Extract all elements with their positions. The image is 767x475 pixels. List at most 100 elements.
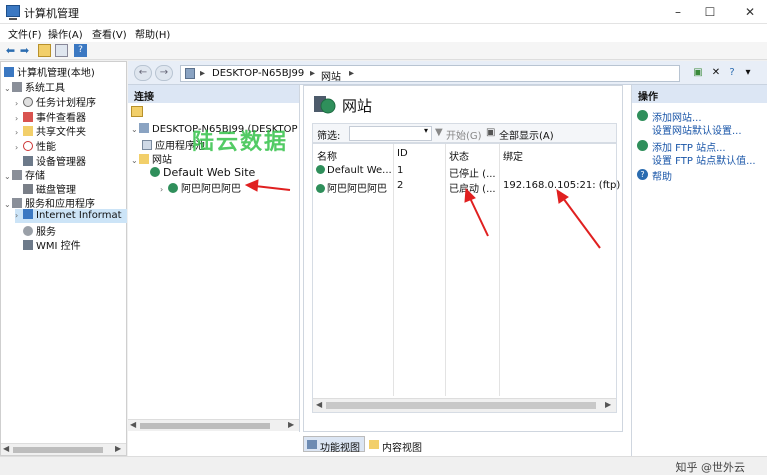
column-header-status[interactable]: 状态 [449, 148, 469, 163]
performance-icon [23, 141, 33, 151]
back-icon[interactable]: ⬅ [4, 44, 17, 57]
connections-horizontal-scrollbar[interactable]: ◀ ▶ [128, 419, 299, 431]
conn-sites[interactable]: ⌄ 网站 [131, 151, 172, 166]
sites-feature-pane: 网站 筛选: ▾ ▼ 开始(G) ▣ 全部显示(A) 名称 ID 状态 绑定 D… [303, 85, 623, 432]
scroll-left-icon[interactable]: ◀ [316, 400, 322, 409]
chevron-down-icon[interactable]: ⌄ [4, 84, 12, 93]
sites-table: 名称 ID 状态 绑定 Default We... 1 已停止 (... 阿巴阿… [312, 143, 620, 413]
device-manager-icon [23, 156, 33, 166]
scroll-thumb[interactable] [326, 402, 596, 409]
breadcrumb-server[interactable]: DESKTOP-N65BJ99 [212, 68, 304, 79]
page-title: 网站 [342, 97, 373, 115]
table-horizontal-scrollbar[interactable]: ◀ ▶ [313, 398, 616, 412]
tree-item-event-viewer[interactable]: › 事件查看器 [15, 109, 86, 124]
show-all-icon: ▣ [486, 127, 496, 138]
start-filter-button[interactable]: 开始(G) [446, 127, 482, 142]
menu-view[interactable]: 查看(V) [92, 26, 127, 41]
computer-management-icon [6, 5, 20, 20]
tree-item-iis[interactable]: › Internet Informat [15, 209, 127, 223]
minimize-button[interactable]: – [666, 2, 690, 22]
forward-icon[interactable]: ➡ [18, 44, 31, 57]
tab-features-view[interactable]: 功能视图 [303, 436, 365, 454]
chevron-right-icon[interactable]: › [15, 211, 23, 220]
nav-forward-button[interactable]: → [155, 65, 173, 81]
gear-icon [23, 226, 33, 236]
close-button[interactable]: ✕ [738, 2, 762, 22]
tree-item-task-scheduler[interactable]: › 任务计划程序 [15, 94, 96, 109]
breadcrumb[interactable]: ▸ DESKTOP-N65BJ99 ▸ 网站 ▸ [180, 65, 680, 83]
chevron-right-icon[interactable]: › [15, 143, 23, 152]
show-all-button[interactable]: 全部显示(A) [499, 127, 554, 142]
tree-item-wmi[interactable]: WMI 控件 [23, 237, 81, 252]
scroll-thumb[interactable] [140, 423, 270, 429]
scroll-right-icon[interactable]: ▶ [288, 420, 294, 429]
up-folder-icon[interactable] [38, 44, 51, 57]
chevron-right-icon[interactable]: › [15, 99, 23, 108]
column-header-id[interactable]: ID [397, 148, 408, 159]
stop-icon[interactable]: ✕ [709, 66, 723, 79]
menu-bar: 文件(F) 操作(A) 查看(V) 帮助(H) [0, 24, 767, 42]
tree-item-performance[interactable]: › 性能 [15, 138, 56, 153]
corner-watermark: 知乎 @世外云 [675, 461, 746, 474]
tree-item-shared-folders[interactable]: › 共享文件夹 [15, 123, 86, 138]
chevron-down-icon[interactable]: ⌄ [4, 172, 12, 181]
new-connection-icon[interactable] [131, 106, 143, 117]
help-icon[interactable]: ? [725, 66, 739, 79]
green-watermark: 陆云数据 [192, 130, 289, 155]
tree-item-services-apps[interactable]: ⌄ 服务和应用程序 [4, 195, 95, 210]
scroll-right-icon[interactable]: ▶ [115, 444, 121, 453]
help-icon[interactable]: ? [74, 44, 87, 57]
menu-action[interactable]: 操作(A) [48, 26, 83, 41]
tree-item-services[interactable]: 服务 [23, 223, 56, 238]
address-bar: ← → ▸ DESKTOP-N65BJ99 ▸ 网站 ▸ ▣ ✕ ? ▾ [128, 61, 767, 85]
scroll-right-icon[interactable]: ▶ [605, 400, 611, 409]
tree-item-device-manager[interactable]: 设备管理器 [23, 153, 86, 168]
chevron-down-icon[interactable]: ⌄ [4, 200, 12, 209]
ftp-defaults-link[interactable]: 设置 FTP 站点默认值... [652, 152, 756, 167]
chevron-down-icon[interactable]: ⌄ [131, 156, 139, 165]
chevron-right-icon[interactable]: › [15, 114, 23, 123]
storage-icon [12, 170, 22, 180]
filter-input[interactable] [349, 126, 432, 141]
site-defaults-link[interactable]: 设置网站默认设置... [652, 122, 742, 137]
menu-file[interactable]: 文件(F) [8, 26, 42, 41]
help-link[interactable]: 帮助 [652, 168, 672, 183]
actions-pane: 操作 添加网站... 设置网站默认设置... 添加 FTP 站点... 设置 F… [631, 85, 767, 456]
table-row[interactable]: Default We... [316, 165, 392, 176]
column-header-binding[interactable]: 绑定 [503, 148, 523, 163]
chevron-right-icon[interactable]: › [160, 185, 168, 194]
disk-icon [23, 184, 33, 194]
column-header-name[interactable]: 名称 [317, 148, 337, 163]
conn-site-ababa[interactable]: › 阿巴阿巴阿巴 [160, 180, 241, 195]
scroll-left-icon[interactable]: ◀ [130, 420, 136, 429]
globe-icon [316, 184, 325, 193]
breadcrumb-sites[interactable]: 网站 [321, 68, 341, 83]
tree-horizontal-scrollbar[interactable]: ◀ ▶ [1, 443, 126, 455]
console-tree: 计算机管理(本地) ⌄ 系统工具 › 任务计划程序 › 事件查看器 › 共享文件夹 › 性… [0, 61, 127, 456]
tree-root[interactable]: 计算机管理(本地) [4, 64, 95, 79]
breadcrumb-separator: ▸ [200, 68, 206, 79]
conn-site-default[interactable]: Default Web Site [150, 166, 255, 180]
row-name: Default We... [327, 165, 392, 176]
tree-item-system-tools[interactable]: ⌄ 系统工具 [4, 79, 65, 94]
connect-icon[interactable]: ▣ [691, 66, 705, 79]
tree-item-storage[interactable]: ⌄ 存储 [4, 167, 45, 182]
show-hide-tree-icon[interactable] [55, 44, 68, 57]
table-row[interactable]: 阿巴阿巴阿巴 [316, 180, 387, 195]
folder-icon [139, 154, 149, 164]
chevron-down-icon[interactable]: ⌄ [131, 125, 139, 134]
chevron-down-icon[interactable]: ▾ [424, 126, 428, 135]
nav-back-button[interactable]: ← [134, 65, 152, 81]
scroll-left-icon[interactable]: ◀ [3, 444, 9, 453]
column-divider [499, 144, 500, 396]
row-name: 阿巴阿巴阿巴 [327, 184, 387, 195]
menu-help[interactable]: 帮助(H) [135, 26, 170, 41]
chevron-down-icon[interactable]: ▾ [741, 66, 755, 79]
tab-content-view[interactable]: 内容视图 [365, 436, 427, 454]
chevron-right-icon[interactable]: › [15, 128, 23, 137]
maximize-button[interactable]: ☐ [698, 2, 722, 22]
tools-icon [12, 82, 22, 92]
server-icon [185, 68, 195, 79]
tree-item-disk-management[interactable]: 磁盘管理 [23, 181, 76, 196]
scroll-thumb[interactable] [13, 447, 103, 453]
